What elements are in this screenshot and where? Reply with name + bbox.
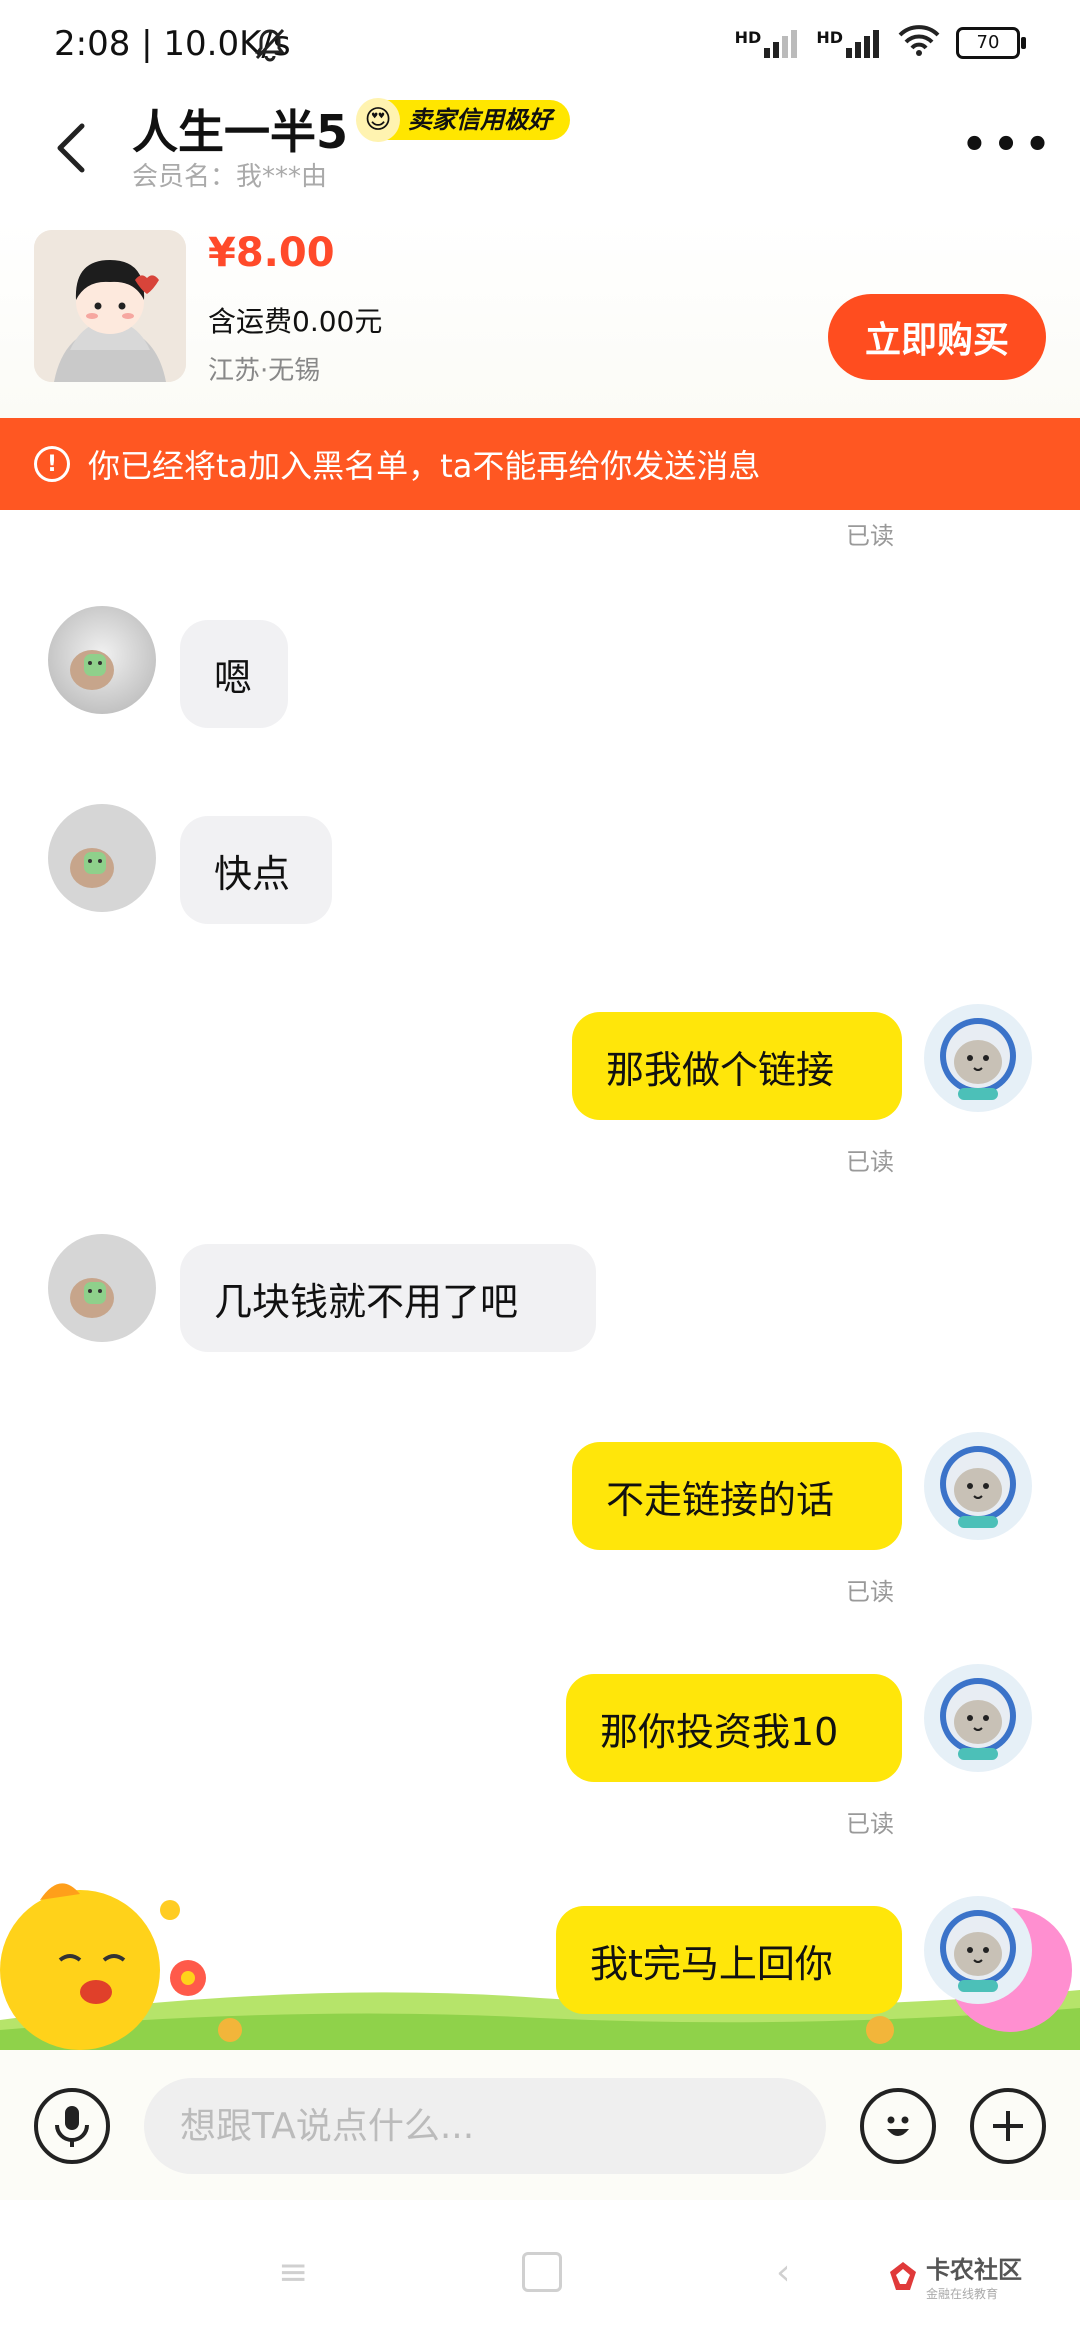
back-button[interactable] — [40, 108, 100, 188]
member-name: 会员名：我***由 — [132, 162, 328, 192]
buy-now-button[interactable]: 立即购买 — [828, 294, 1046, 380]
emoji-button[interactable] — [860, 2088, 936, 2164]
microphone-icon — [55, 2106, 89, 2147]
signal-icon-2: HD — [816, 28, 882, 58]
credit-badge-label: 卖家信用极好 — [408, 106, 552, 134]
credit-badge: 😍 卖家信用极好 — [356, 98, 570, 142]
status-bar: 2:08 | 10.0K/s HD HD 70 — [0, 0, 1080, 90]
product-card[interactable]: ¥8.00 含运费0.00元 江苏·无锡 立即购买 — [0, 218, 1080, 418]
message-input-bar — [0, 2050, 1080, 2200]
heart-eyes-icon: 😍 — [356, 98, 400, 142]
signal-label-2: HD — [816, 27, 843, 47]
message-bubble-self[interactable]: 不走链接的话 — [572, 1442, 902, 1550]
message-input[interactable] — [144, 2078, 826, 2174]
more-icon: ••• — [961, 122, 1057, 168]
chevron-left-icon — [57, 123, 85, 173]
message-text: 快点 — [214, 851, 291, 896]
smiley-icon — [887, 2116, 909, 2136]
message-text: 不走链接的话 — [606, 1477, 835, 1522]
product-image[interactable] — [34, 230, 186, 382]
self-avatar[interactable] — [924, 1432, 1032, 1540]
watermark-subtext: 金融在线教育 — [926, 2287, 999, 2301]
message-bubble-self[interactable]: 我t完马上回你 — [556, 1906, 902, 2014]
self-avatar[interactable] — [924, 1004, 1032, 1112]
message-bubble-self[interactable]: 那你投资我10 — [566, 1674, 902, 1782]
product-location: 江苏·无锡 — [208, 356, 321, 386]
message-text: 那我做个链接 — [606, 1047, 835, 1092]
wifi-icon — [898, 24, 940, 61]
read-status: 已读 — [846, 1148, 894, 1176]
exclamation-icon: ! — [34, 446, 70, 482]
blacklist-warning-text: 你已经将ta加入黑名单，ta不能再给你发送消息 — [88, 447, 761, 485]
read-status: 已读 — [846, 1578, 894, 1606]
message-bubble-other[interactable]: 嗯 — [180, 620, 288, 728]
seller-name[interactable]: 人生一半5 — [132, 96, 348, 162]
product-shipping: 含运费0.00元 — [208, 305, 383, 338]
self-avatar[interactable] — [924, 1896, 1032, 2004]
other-avatar[interactable] — [48, 606, 156, 714]
self-avatar[interactable] — [924, 1664, 1032, 1772]
status-icons: HD HD 70 — [735, 24, 1026, 61]
message-text: 我t完马上回你 — [590, 1941, 833, 1986]
home-icon[interactable] — [522, 2252, 562, 2292]
battery-icon: 70 — [956, 26, 1026, 59]
watermark-logo-icon — [890, 2262, 916, 2290]
message-text: 那你投资我10 — [600, 1709, 839, 1754]
back-nav-icon[interactable]: ‹ — [776, 2252, 790, 2293]
watermark-text: 卡农社区 — [926, 2256, 1022, 2284]
chat-header: 人生一半5 😍 卖家信用极好 会员名：我***由 ••• — [0, 90, 1080, 210]
voice-button[interactable] — [34, 2088, 110, 2164]
message-bubble-self[interactable]: 那我做个链接 — [572, 1012, 902, 1120]
other-avatar[interactable] — [48, 1234, 156, 1342]
more-options-button[interactable]: ••• — [962, 120, 1051, 170]
read-status: 已读 — [846, 1810, 894, 1838]
other-avatar[interactable] — [48, 804, 156, 912]
signal-label: HD — [734, 27, 762, 47]
system-nav-bar: ≡ ‹ 卡农社区 金融在线教育 — [0, 2200, 1080, 2340]
blacklist-warning-banner: ! 你已经将ta加入黑名单，ta不能再给你发送消息 — [0, 418, 1080, 510]
more-actions-button[interactable] — [970, 2088, 1046, 2164]
read-status: 已读 — [846, 522, 894, 550]
product-price: ¥8.00 — [208, 230, 335, 276]
bell-off-icon — [252, 26, 288, 66]
menu-icon[interactable]: ≡ — [278, 2252, 308, 2293]
message-text: 几块钱就不用了吧 — [214, 1279, 519, 1324]
message-bubble-other[interactable]: 快点 — [180, 816, 332, 924]
message-bubble-other[interactable]: 几块钱就不用了吧 — [180, 1244, 596, 1352]
watermark: 卡农社区 金融在线教育 — [886, 2250, 1022, 2302]
message-text: 嗯 — [214, 655, 253, 700]
decorative-banner-scene — [0, 1880, 1080, 2050]
battery-level: 70 — [976, 32, 1000, 53]
plus-icon — [993, 2111, 1023, 2141]
signal-icon: HD — [735, 28, 801, 58]
